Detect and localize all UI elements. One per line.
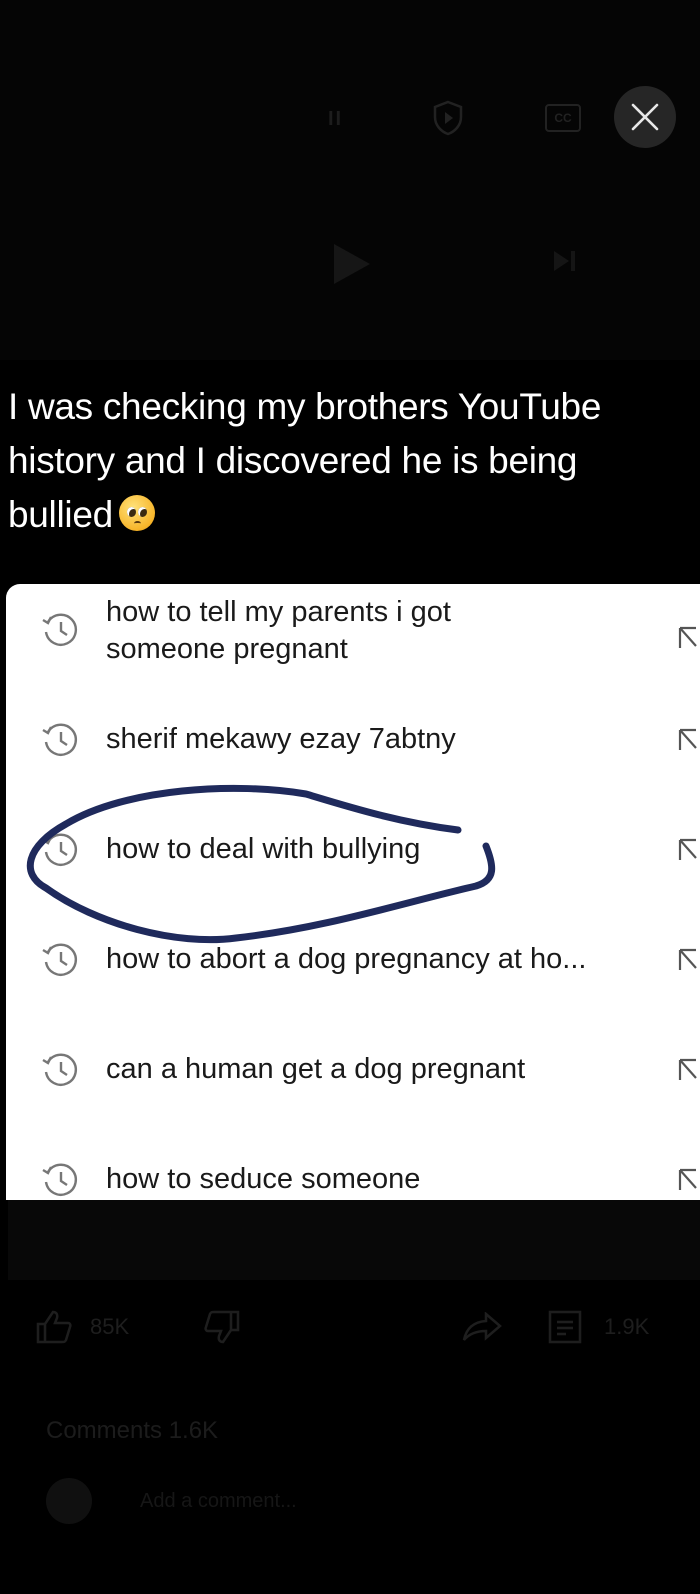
history-item-text: how to tell my parents i got someone pre… xyxy=(106,596,451,665)
fill-search-arrow-icon[interactable] xyxy=(676,1058,698,1082)
history-item[interactable]: how to tell my parents i got someone pre… xyxy=(6,596,700,684)
history-clock-icon xyxy=(42,723,78,756)
post-caption: I was checking my brothers YouTube histo… xyxy=(8,380,678,542)
close-icon xyxy=(631,103,659,131)
next-icon[interactable] xyxy=(553,250,577,272)
history-clock-icon xyxy=(42,613,78,646)
history-item[interactable]: can a human get a dog pregnant xyxy=(6,1048,700,1108)
close-button[interactable] xyxy=(614,86,676,148)
history-item-text: how to abort a dog pregnancy at ho... xyxy=(106,943,587,975)
fill-search-arrow-icon[interactable] xyxy=(676,1168,698,1192)
pleading-face-emoji-icon xyxy=(118,495,155,531)
history-clock-icon xyxy=(42,833,78,866)
captions-icon[interactable]: CC xyxy=(545,104,581,132)
video-player: II CC xyxy=(0,0,700,360)
add-comment-input[interactable]: Add a comment... xyxy=(140,1490,297,1513)
save-count: 1.9K xyxy=(604,1314,650,1339)
share-icon[interactable] xyxy=(462,1312,502,1342)
history-item[interactable]: how to seduce someone xyxy=(6,1158,700,1200)
caption-text: I was checking my brothers YouTube histo… xyxy=(8,386,602,535)
fill-search-arrow-icon[interactable] xyxy=(676,728,698,752)
dislike-icon[interactable] xyxy=(204,1310,240,1344)
shield-icon xyxy=(433,100,463,136)
history-item-text: how to seduce someone xyxy=(106,1163,421,1195)
history-item-text: how to deal with bullying xyxy=(106,833,421,865)
play-icon[interactable] xyxy=(332,242,372,286)
fill-search-arrow-icon[interactable] xyxy=(676,838,698,862)
avatar xyxy=(46,1478,92,1524)
history-item[interactable]: how to deal with bullying xyxy=(6,828,700,888)
search-history-list: how to tell my parents i got someone pre… xyxy=(6,584,700,1200)
history-item[interactable]: how to abort a dog pregnancy at ho... xyxy=(6,938,700,998)
history-item-text: sherif mekawy ezay 7abtny xyxy=(106,723,456,755)
video-title-band xyxy=(8,1200,700,1280)
history-clock-icon xyxy=(42,943,78,976)
history-item[interactable]: sherif mekawy ezay 7abtny xyxy=(6,718,700,778)
history-clock-icon xyxy=(42,1163,78,1196)
like-count: 85K xyxy=(90,1314,130,1339)
save-icon[interactable] xyxy=(548,1310,582,1344)
pause-glyph: II xyxy=(328,108,344,130)
fill-search-arrow-icon[interactable] xyxy=(676,948,698,972)
like-icon[interactable] xyxy=(36,1310,72,1344)
fill-search-arrow-icon[interactable] xyxy=(676,626,698,650)
comments-header[interactable]: Comments 1.6K xyxy=(46,1417,218,1445)
action-bar: 85K 1.9K xyxy=(0,1310,700,1370)
history-clock-icon xyxy=(42,1053,78,1086)
history-item-text: can a human get a dog pregnant xyxy=(106,1053,526,1085)
